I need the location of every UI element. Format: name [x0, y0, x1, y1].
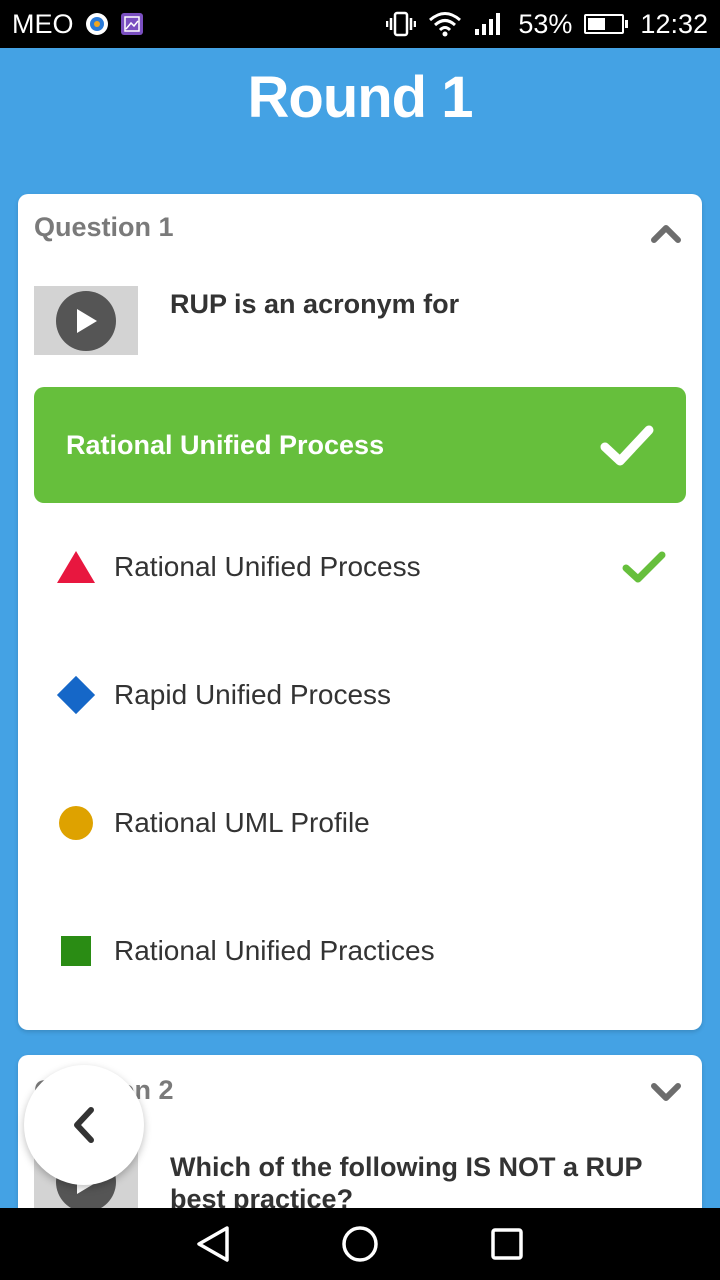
nav-recents-button[interactable] — [485, 1222, 529, 1266]
play-icon[interactable] — [56, 290, 116, 351]
status-bar: MEO 53% 12:32 — [0, 0, 720, 48]
signal-icon — [474, 11, 506, 37]
square-recents-icon — [490, 1228, 523, 1260]
battery-percent: 53% — [518, 8, 573, 39]
circle-icon — [56, 803, 96, 843]
answer-option[interactable]: Rapid Unified Process — [18, 655, 702, 735]
question-2-text: Which of the following IS NOT a RUP best… — [170, 1152, 642, 1214]
vibrate-icon — [386, 11, 417, 37]
answer-option-label: Rapid Unified Process — [114, 679, 392, 710]
answer-option[interactable]: Rational Unified Process — [18, 527, 702, 607]
correct-check-icon — [622, 551, 666, 583]
chevron-down-icon[interactable] — [650, 1081, 682, 1103]
data-saver-icon — [84, 11, 110, 37]
answer-option-label: Rational Unified Practices — [114, 935, 435, 966]
nav-home-button[interactable] — [338, 1222, 382, 1266]
navigation-bar — [0, 1208, 720, 1280]
wifi-icon — [428, 11, 462, 37]
gallery-notification-icon — [120, 12, 144, 36]
checkmark-icon — [600, 425, 654, 466]
back-button[interactable] — [24, 1065, 144, 1185]
diamond-icon — [56, 675, 96, 715]
round-title: Round 1 — [247, 65, 474, 130]
nav-back-button[interactable] — [191, 1222, 235, 1266]
chevron-up-icon[interactable] — [650, 222, 682, 244]
square-icon — [56, 931, 96, 971]
answer-option-label: Rational Unified Process — [114, 551, 421, 582]
triangle-icon — [56, 547, 96, 587]
question-1-text: RUP is an acronym for — [170, 289, 460, 319]
answer-option[interactable]: Rational UML Profile — [18, 783, 702, 863]
question-1-media[interactable] — [34, 286, 138, 355]
carrier-label: MEO — [12, 8, 74, 39]
correct-answer-text: Rational Unified Process — [66, 429, 385, 460]
correct-answer-banner: Rational Unified Process — [34, 387, 686, 503]
clock: 12:32 — [640, 8, 708, 39]
answer-option-label: Rational UML Profile — [114, 807, 370, 838]
circle-home-icon — [342, 1226, 378, 1262]
chevron-left-icon — [74, 1107, 94, 1143]
battery-icon — [584, 14, 629, 34]
question-card-1: Question 1 RUP is an acronym for Rationa… — [18, 194, 702, 1030]
triangle-back-icon — [197, 1226, 230, 1262]
question-1-label: Question 1 — [34, 212, 174, 242]
answer-option[interactable]: Rational Unified Practices — [18, 911, 702, 991]
